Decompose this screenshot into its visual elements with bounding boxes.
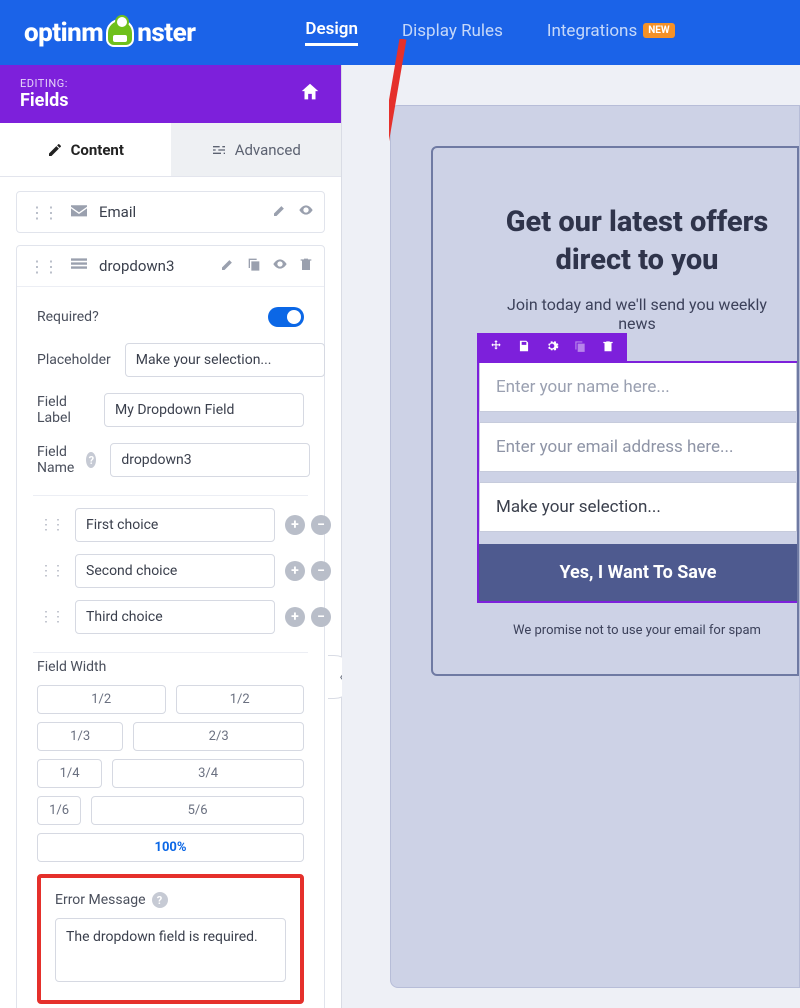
preview-form-block[interactable]: Enter your name here... Enter your email… [477,361,797,603]
choice-input[interactable] [75,508,275,542]
remove-choice-icon[interactable]: − [311,561,331,581]
gear-icon[interactable] [545,338,559,357]
width-option[interactable]: 1/3 [37,722,123,751]
add-choice-icon[interactable]: + [285,607,305,627]
tab-content[interactable]: Content [0,123,171,176]
move-icon[interactable] [489,338,503,357]
nav-tab-label: Display Rules [402,21,503,41]
nav-tabs: Design Display Rules Integrations NEW [305,19,674,46]
preview-heading: direct to you [477,242,797,280]
preview-submit-button[interactable]: Yes, I Want To Save [479,544,797,601]
panel-tabs: Content Advanced [0,123,341,177]
envelope-icon [69,202,89,222]
required-toggle[interactable] [268,307,304,327]
preview-dropdown[interactable]: Make your selection... [479,482,797,532]
choice-row: ⋮⋮ +− [37,554,304,588]
list-icon [69,256,89,276]
choice-input[interactable] [75,554,275,588]
required-label: Required? [37,309,141,325]
width-option[interactable]: 1/6 [37,796,81,825]
copy-icon[interactable] [573,338,587,357]
copy-icon[interactable] [246,256,262,276]
nav-tab-label: Design [305,19,358,39]
monster-icon [106,19,134,47]
error-message-label: Error Message? [55,892,286,908]
trash-icon[interactable] [298,256,314,276]
field-card-dropdown3: ⋮⋮ dropdown3 Required? [16,245,325,1008]
nav-tab-design[interactable]: Design [305,19,358,46]
width-option[interactable]: 2/3 [133,722,304,751]
nav-tab-integrations[interactable]: Integrations NEW [547,19,675,46]
trash-icon[interactable] [601,338,615,357]
help-icon[interactable]: ? [86,452,96,468]
add-choice-icon[interactable]: + [285,515,305,535]
width-option[interactable]: 3/4 [112,759,304,788]
eye-icon[interactable] [272,256,288,276]
field-card-email: ⋮⋮ Email [16,191,325,233]
field-width-label: Field Width [37,659,304,675]
brand-text-left: optinm [24,18,103,48]
edit-icon[interactable] [220,256,236,276]
placeholder-label: Placeholder [37,352,111,368]
width-option[interactable]: 1/2 [37,685,166,714]
tab-advanced[interactable]: Advanced [171,123,342,176]
choice-input[interactable] [75,600,275,634]
field-title: dropdown3 [99,257,210,275]
pencil-icon [47,142,63,158]
width-option[interactable]: 1/2 [176,685,305,714]
save-icon[interactable] [517,338,531,357]
preview-subtext: news [477,314,797,333]
field-label-input[interactable] [104,393,304,427]
preview-popup: Get our latest offers direct to you Join… [431,146,799,676]
block-toolbar [477,333,627,361]
nav-tab-display-rules[interactable]: Display Rules [402,19,503,46]
edit-icon[interactable] [272,202,288,222]
preview-heading: Get our latest offers [477,204,797,242]
preview-subtext: Join today and we'll send you weekly [477,295,797,314]
new-badge: NEW [643,23,674,38]
width-option[interactable]: 1/4 [37,759,102,788]
home-icon[interactable] [299,81,321,107]
field-label-label: Field Label [37,394,90,426]
editing-header: EDITING: Fields [0,65,341,123]
preview-name-input[interactable]: Enter your name here... [479,363,797,412]
drag-handle-icon[interactable]: ⋮⋮ [37,609,65,625]
preview-fineprint: We promise not to use your email for spa… [477,623,797,638]
editing-label: EDITING: [20,77,69,90]
drag-handle-icon[interactable]: ⋮⋮ [27,257,59,276]
field-name-input[interactable] [110,443,310,477]
drag-handle-icon[interactable]: ⋮⋮ [37,517,65,533]
eye-icon[interactable] [298,202,314,222]
sliders-icon [211,142,227,158]
field-width-grid: 1/2 1/2 1/3 2/3 1/4 3/4 1/6 5/6 100% [37,685,304,862]
add-choice-icon[interactable]: + [285,561,305,581]
field-name-label: Field Name? [37,444,96,476]
brand-logo: optinm nster [24,18,195,48]
help-icon[interactable]: ? [152,892,168,908]
drag-handle-icon[interactable]: ⋮⋮ [37,563,65,579]
tab-label: Advanced [235,141,301,159]
field-title: Email [99,203,262,221]
preview-email-input[interactable]: Enter your email address here... [479,422,797,472]
error-message-input[interactable] [55,918,286,982]
nav-tab-label: Integrations [547,21,637,41]
choice-row: ⋮⋮ +− [37,600,304,634]
choice-row: ⋮⋮ +− [37,508,304,542]
design-canvas: Get our latest offers direct to you Join… [342,65,800,1008]
remove-choice-icon[interactable]: − [311,515,331,535]
error-message-section: Error Message? [37,874,304,1004]
brand-text-right: nster [137,18,195,48]
editing-title: Fields [20,90,69,111]
tab-label: Content [71,141,124,159]
sidebar: EDITING: Fields Content Advanced ⋮⋮ [0,65,342,1008]
drag-handle-icon[interactable]: ⋮⋮ [27,203,59,222]
width-option[interactable]: 5/6 [91,796,304,825]
width-option-full[interactable]: 100% [37,833,304,862]
top-nav: optinm nster Design Display Rules Integr… [0,0,800,65]
placeholder-input[interactable] [125,343,325,377]
remove-choice-icon[interactable]: − [311,607,331,627]
